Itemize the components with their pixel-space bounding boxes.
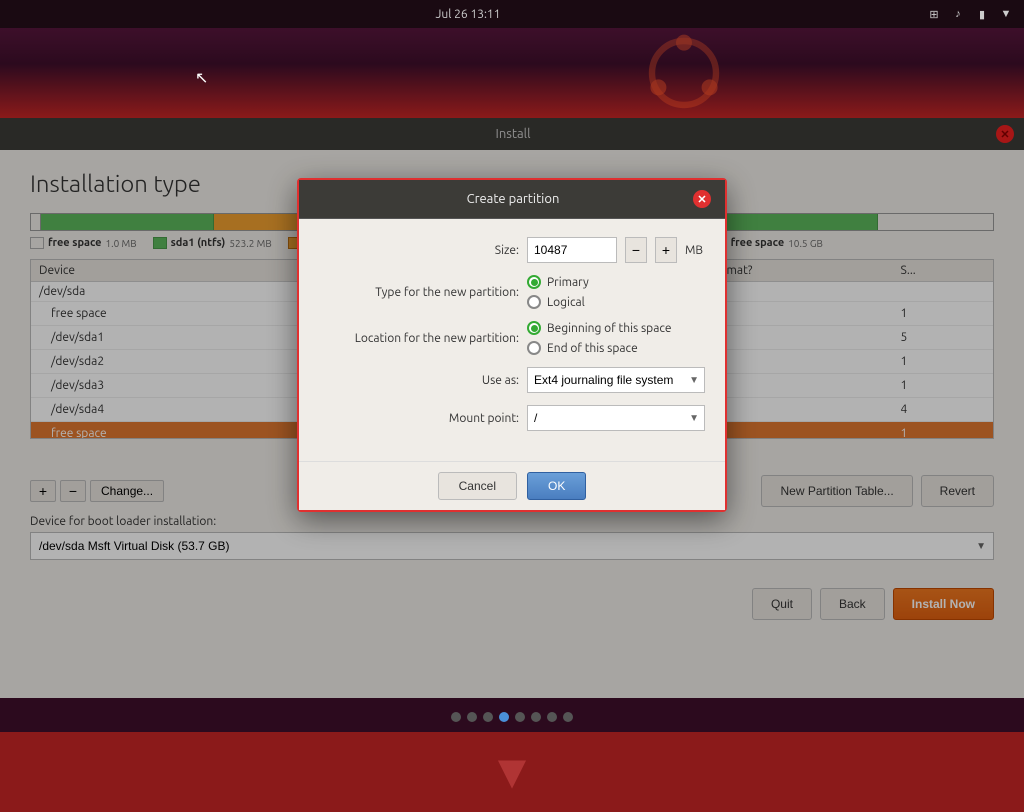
dialog-size-label: Size: <box>319 244 519 257</box>
page-dot-5[interactable] <box>515 712 525 722</box>
page-dot-2[interactable] <box>467 712 477 722</box>
dialog-primary-label: Primary <box>547 276 589 289</box>
dialog-beginning-radio[interactable] <box>527 321 541 335</box>
dialog-overlay: Create partition ✕ Size: − + MB Type for… <box>0 118 1024 698</box>
dialog-end-label: End of this space <box>547 342 638 355</box>
dialog-body: Size: − + MB Type for the new partition:… <box>299 219 725 461</box>
dialog-useas-row: Use as: Ext4 journaling file system <box>319 367 705 393</box>
installer-window: Install ✕ Installation type free space 1… <box>0 118 1024 698</box>
dialog-logical-radio[interactable] <box>527 295 541 309</box>
battery-icon[interactable]: ▮ <box>974 6 990 22</box>
top-bar-right: ⊞ ♪ ▮ ▼ <box>926 6 1014 22</box>
page-dot-7[interactable] <box>547 712 557 722</box>
dialog-end-radio[interactable] <box>527 341 541 355</box>
dialog-primary-radio-row: Primary <box>527 275 589 289</box>
dialog-useas-dropdown-wrap: Ext4 journaling file system <box>527 367 705 393</box>
dialog-mountpoint-label: Mount point: <box>319 412 519 425</box>
dialog-size-row: Size: − + MB <box>319 237 705 263</box>
dialog-mountpoint-row: Mount point: / <box>319 405 705 431</box>
dialog-ok-button[interactable]: OK <box>527 472 586 500</box>
page-dot-4[interactable] <box>499 712 509 722</box>
dialog-end-radio-row: End of this space <box>527 341 672 355</box>
dialog-size-minus-button[interactable]: − <box>625 237 647 263</box>
dialog-location-row: Location for the new partition: Beginnin… <box>319 321 705 355</box>
dialog-useas-label: Use as: <box>319 374 519 387</box>
dialog-footer: Cancel OK <box>299 461 725 510</box>
cursor: ↖ <box>195 68 207 86</box>
dialog-primary-radio[interactable] <box>527 275 541 289</box>
dialog-close-button[interactable]: ✕ <box>693 190 711 208</box>
menu-icon[interactable]: ▼ <box>998 6 1014 22</box>
page-dot-6[interactable] <box>531 712 541 722</box>
create-partition-dialog: Create partition ✕ Size: − + MB Type for… <box>297 178 727 512</box>
volume-icon[interactable]: ♪ <box>950 6 966 22</box>
dialog-useas-select[interactable]: Ext4 journaling file system <box>527 367 705 393</box>
dialog-size-input[interactable] <box>527 237 617 263</box>
dialog-size-plus-button[interactable]: + <box>655 237 677 263</box>
page-dot-3[interactable] <box>483 712 493 722</box>
dialog-size-unit: MB <box>685 244 703 257</box>
dialog-titlebar: Create partition ✕ <box>299 180 725 219</box>
dialog-logical-radio-row: Logical <box>527 295 589 309</box>
page-dot-8[interactable] <box>563 712 573 722</box>
dialog-logical-label: Logical <box>547 296 585 309</box>
page-dot-1[interactable] <box>451 712 461 722</box>
red-bottom-area: ▼ <box>0 732 1024 812</box>
top-bar: Jul 26 13:11 ⊞ ♪ ▮ ▼ <box>0 0 1024 28</box>
dialog-beginning-radio-row: Beginning of this space <box>527 321 672 335</box>
down-arrow-icon: ▼ <box>488 744 536 800</box>
page-dots <box>0 698 1024 732</box>
dialog-location-label: Location for the new partition: <box>319 332 519 345</box>
dialog-type-label: Type for the new partition: <box>319 286 519 299</box>
network-icon[interactable]: ⊞ <box>926 6 942 22</box>
top-bar-datetime: Jul 26 13:11 <box>10 8 926 21</box>
dialog-beginning-label: Beginning of this space <box>547 322 672 335</box>
dialog-cancel-button[interactable]: Cancel <box>438 472 517 500</box>
dialog-title: Create partition <box>467 192 560 206</box>
dialog-type-row: Type for the new partition: Primary Logi… <box>319 275 705 309</box>
dialog-mountpoint-select[interactable]: / <box>527 405 705 431</box>
dialog-mountpoint-dropdown-wrap: / <box>527 405 705 431</box>
desktop: ↖ <box>0 28 1024 118</box>
ubuntu-logo <box>644 33 724 113</box>
